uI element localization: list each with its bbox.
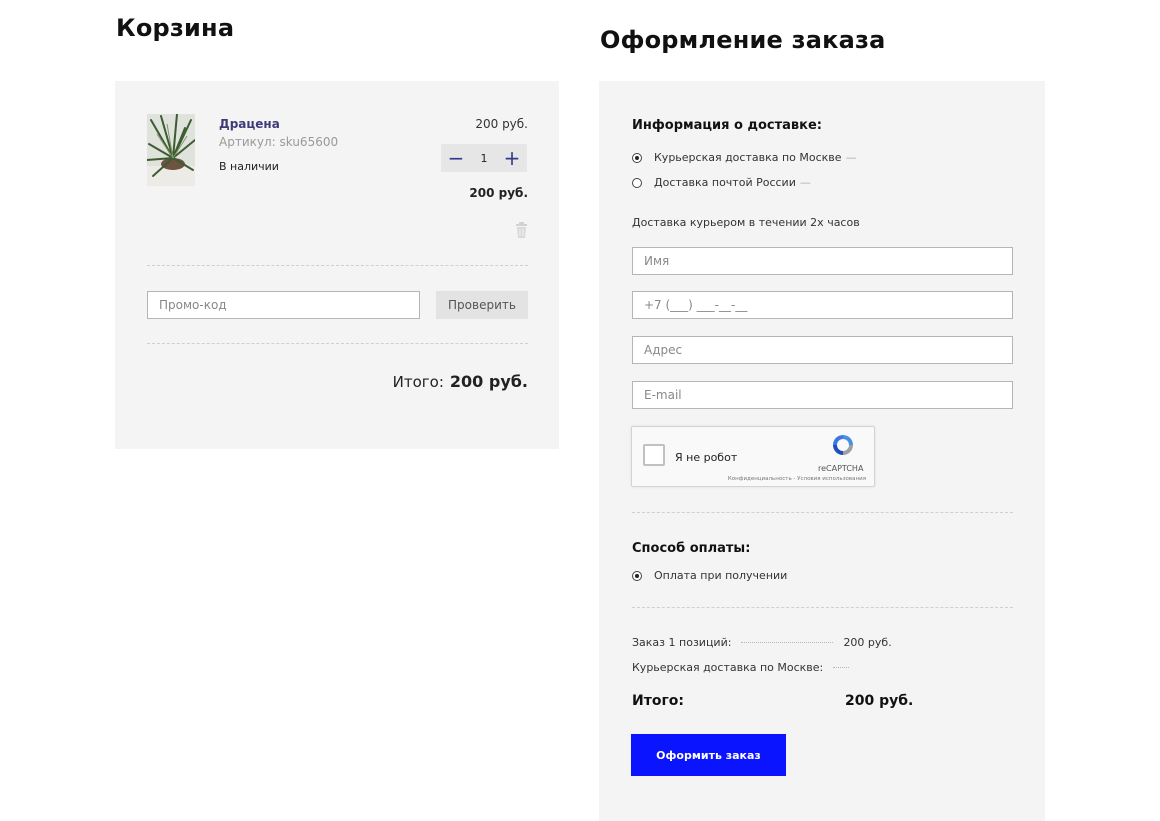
cart-total: Итого: 200 руб. (360, 372, 528, 391)
recaptcha-links[interactable]: Конфиденциальность - Условия использован… (728, 476, 866, 482)
delivery-option-label: Доставка почтой России (654, 176, 796, 189)
divider (147, 265, 528, 266)
line-total: 200 руб. (469, 186, 528, 200)
cart-title: Корзина (116, 14, 235, 42)
delivery-option-price: — (845, 151, 857, 164)
product-image[interactable] (147, 114, 195, 186)
radio-selected[interactable] (632, 152, 642, 163)
divider (147, 343, 528, 344)
decrease-quantity-button[interactable]: − (447, 148, 465, 168)
promo-code-input[interactable]: Промо-код (147, 291, 420, 319)
recaptcha-logo-icon (830, 433, 856, 461)
phone-input[interactable]: +7 (___) ___-__-__ (632, 291, 1013, 319)
address-input[interactable]: Адрес (632, 336, 1013, 364)
payment-option-label: Оплата при получении (654, 569, 788, 582)
unit-price: 200 руб. (475, 117, 528, 131)
quantity-stepper: − 1 + (441, 144, 527, 172)
product-name-link[interactable]: Драцена (219, 117, 280, 131)
check-promo-button[interactable]: Проверить (436, 291, 528, 319)
recaptcha-label: Я не робот (675, 451, 738, 464)
cart-total-label: Итого: (392, 373, 444, 391)
delete-item-button[interactable] (515, 222, 528, 238)
delivery-option-price: — (799, 176, 811, 189)
divider (632, 607, 1013, 608)
promo-code-placeholder: Промо-код (159, 298, 227, 312)
summary-order-value: 200 руб. (843, 636, 892, 649)
cart-total-value: 200 руб. (449, 372, 528, 391)
summary-order-label: Заказ 1 позиций: (632, 636, 732, 649)
plant-image (147, 114, 195, 186)
address-placeholder: Адрес (644, 343, 683, 357)
dotted-leader (833, 667, 850, 668)
divider (632, 512, 1013, 513)
delivery-option-post[interactable]: Доставка почтой России — (632, 176, 811, 189)
delivery-option-courier[interactable]: Курьерская доставка по Москве — (632, 151, 857, 164)
summary-delivery-label: Курьерская доставка по Москве: (632, 661, 824, 674)
place-order-button[interactable]: Оформить заказ (631, 734, 786, 776)
payment-section-title: Способ оплаты: (632, 541, 751, 556)
phone-placeholder: +7 (___) ___-__-__ (644, 298, 748, 312)
checkout-title: Оформление заказа (600, 26, 886, 54)
summary-delivery-row: Курьерская доставка по Москве: (632, 661, 859, 674)
summary-total-value: 200 руб. (845, 693, 914, 709)
delivery-section-title: Информация о доставке: (632, 118, 822, 133)
quantity-value: 1 (480, 151, 488, 165)
name-placeholder: Имя (644, 254, 670, 268)
radio-selected[interactable] (632, 570, 642, 581)
payment-option-cod[interactable]: Оплата при получении (632, 569, 787, 582)
recaptcha-widget: Я не робот reCAPTCHA Конфиденциальность … (631, 426, 875, 487)
delivery-note: Доставка курьером в течении 2х часов (632, 216, 860, 229)
stock-status: В наличии (219, 160, 279, 173)
email-placeholder: E-mail (644, 388, 682, 402)
radio-unselected[interactable] (632, 177, 642, 188)
summary-order-row: Заказ 1 позиций: 200 руб. (632, 636, 892, 649)
delivery-option-label: Курьерская доставка по Москве (654, 151, 842, 164)
email-input[interactable]: E-mail (632, 381, 1013, 409)
product-sku: Артикул: sku65600 (219, 135, 339, 149)
trash-icon (516, 222, 527, 238)
dotted-leader (741, 642, 834, 643)
summary-total-label: Итого: (632, 693, 684, 709)
recaptcha-brand: reCAPTCHA (818, 464, 864, 473)
name-input[interactable]: Имя (632, 247, 1013, 275)
increase-quantity-button[interactable]: + (503, 148, 521, 168)
recaptcha-checkbox[interactable] (643, 444, 665, 466)
